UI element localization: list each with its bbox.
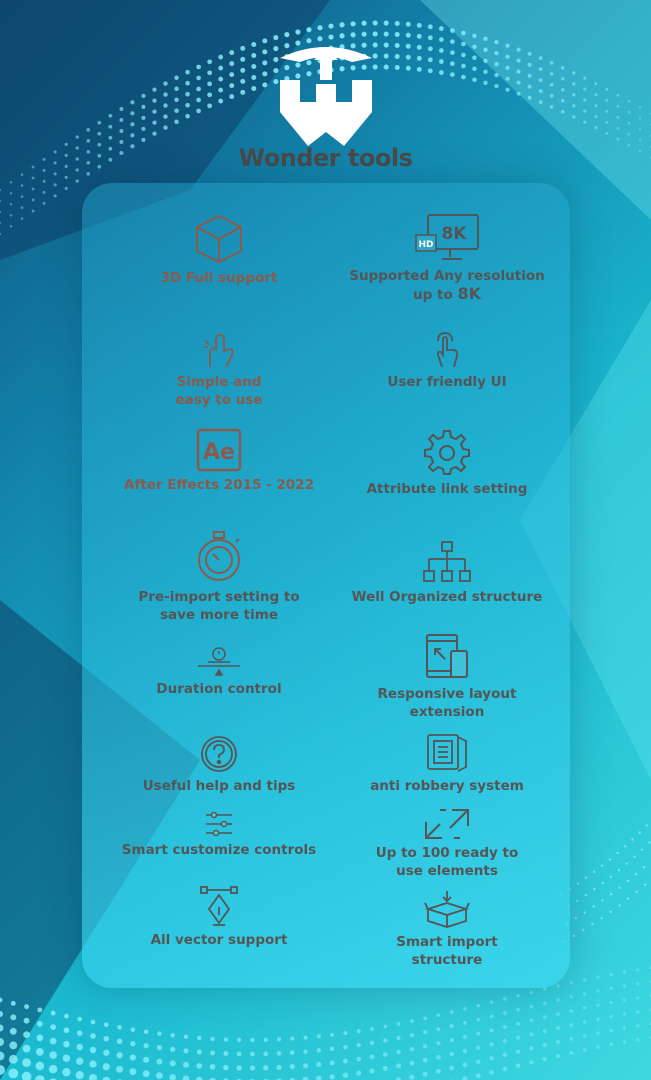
after-effects-icon: Ae — [196, 428, 242, 472]
feature-user-friendly: User friendly UI — [340, 331, 554, 391]
pen-tool-icon — [200, 886, 238, 926]
safe-icon — [427, 734, 467, 772]
monitor-8k-icon: 8K HD — [415, 214, 479, 260]
feature-attribute-link: Attribute link setting — [340, 428, 554, 498]
expand-arrows-icon — [425, 809, 469, 839]
duration-timer-icon — [198, 647, 240, 676]
hand-snap-icon — [204, 334, 234, 368]
brand-header: Wonder tools — [0, 34, 651, 174]
features-card: 3D Full support Simple and easy to use A… — [82, 183, 570, 988]
responsive-devices-icon — [426, 634, 468, 678]
feature-anti-robbery: anti robbery system — [340, 733, 554, 795]
feature-vector-support: All vector support — [112, 885, 326, 949]
feature-smart-controls: Smart customize controls — [112, 811, 326, 859]
svg-text:8K: 8K — [441, 224, 467, 244]
gear-icon — [424, 430, 470, 475]
svg-text:HD: HD — [418, 240, 433, 250]
feature-3d-support: 3D Full support — [112, 213, 326, 287]
stopwatch-icon — [198, 531, 240, 581]
svg-text:Ae: Ae — [203, 440, 235, 465]
question-icon — [201, 736, 237, 772]
touch-hand-icon — [436, 332, 459, 368]
feature-ready-elements: Up to 100 ready to use elements — [340, 808, 554, 880]
feature-smart-import: Smart import structure — [340, 889, 554, 969]
feature-after-effects: Ae After Effects 2015 - 2022 — [112, 428, 326, 494]
hierarchy-icon — [423, 541, 471, 582]
cube-icon — [196, 214, 242, 264]
feature-help-tips: Useful help and tips — [112, 735, 326, 795]
feature-simple-easy: Simple and easy to use — [112, 333, 326, 409]
wonder-tools-logo — [280, 47, 372, 146]
feature-organized-structure: Well Organized structure — [340, 540, 554, 606]
open-box-icon — [424, 891, 470, 928]
sliders-icon — [206, 811, 232, 837]
feature-responsive-layout: Responsive layout extension — [340, 633, 554, 721]
brand-name: Wonder tools — [238, 144, 413, 172]
feature-duration-control: Duration control — [112, 646, 326, 698]
resolution-sub: up to 8K — [413, 284, 481, 304]
feature-pre-import: Pre-import setting to save more time — [112, 530, 326, 624]
feature-any-resolution: 8K HD Supported Any resolution up to 8K — [340, 213, 554, 304]
